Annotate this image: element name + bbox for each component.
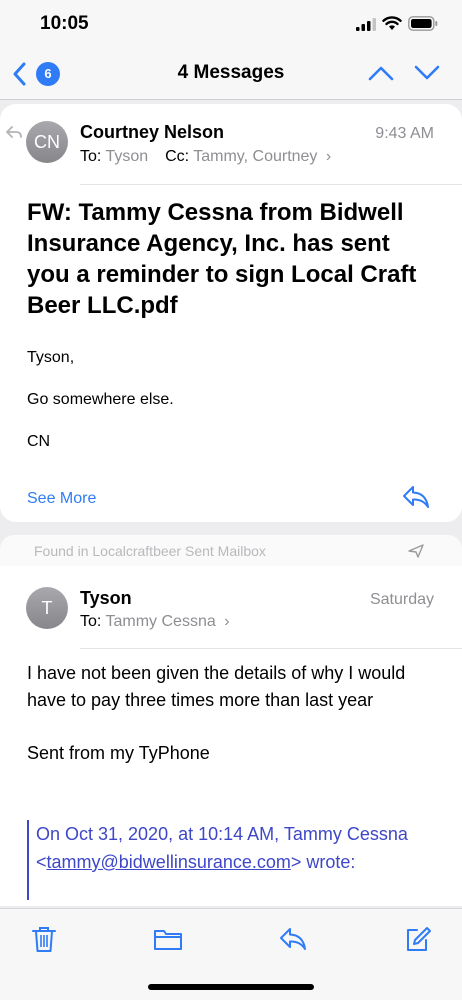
to-label: To: bbox=[80, 148, 102, 165]
replied-indicator-icon bbox=[6, 126, 22, 138]
recipients-line[interactable]: To: Tyson Cc: Tammy, Courtney › bbox=[80, 148, 331, 166]
divider bbox=[80, 184, 462, 185]
chevron-up-icon[interactable] bbox=[368, 62, 394, 84]
folder-icon[interactable] bbox=[153, 925, 183, 953]
reply-icon[interactable] bbox=[278, 925, 308, 953]
message-body: I have not been given the details of why… bbox=[27, 663, 406, 710]
send-icon bbox=[408, 544, 424, 558]
body-line: Tyson, bbox=[27, 349, 75, 366]
cc-label: Cc: bbox=[165, 148, 190, 165]
see-more-link[interactable]: See More bbox=[27, 490, 96, 508]
quoted-reply: On Oct 31, 2020, at 10:14 AM, Tammy Cess… bbox=[27, 820, 447, 900]
quote-header: On Oct 31, 2020, at 10:14 AM, Tammy Cess… bbox=[36, 824, 408, 844]
status-bar: 10:05 bbox=[0, 0, 462, 48]
reply-icon[interactable] bbox=[401, 484, 431, 510]
message-signature: Sent from my TyPhone bbox=[27, 743, 210, 763]
chevron-right-icon: › bbox=[224, 613, 230, 630]
found-in-mailbox-text: Found in Localcraftbeer Sent Mailbox bbox=[34, 543, 266, 559]
chevron-down-icon[interactable] bbox=[414, 62, 440, 84]
home-indicator bbox=[148, 984, 314, 990]
to-label: To: bbox=[80, 613, 102, 630]
sender-name[interactable]: Courtney Nelson bbox=[80, 122, 224, 143]
chevron-right-icon: › bbox=[325, 148, 332, 165]
sender-name[interactable]: Tyson bbox=[80, 588, 132, 609]
cellular-signal-icon bbox=[356, 18, 376, 31]
avatar[interactable]: T bbox=[26, 587, 68, 629]
quote-suffix: wrote: bbox=[306, 852, 356, 872]
cc-value: Tammy, Courtney bbox=[193, 148, 318, 165]
body-line: Go somewhere else. bbox=[27, 391, 174, 408]
to-value: Tammy Cessna bbox=[105, 613, 216, 630]
trash-icon[interactable] bbox=[30, 925, 58, 953]
battery-icon bbox=[408, 16, 438, 31]
quote-email-link[interactable]: tammy@bidwellinsurance.com bbox=[47, 852, 291, 872]
nav-bar: 6 4 Messages bbox=[0, 48, 462, 100]
compose-icon[interactable] bbox=[404, 925, 432, 953]
body-line: CN bbox=[27, 433, 51, 450]
to-value: Tyson bbox=[105, 148, 149, 165]
status-time: 10:05 bbox=[40, 13, 89, 34]
message-subject: FW: Tammy Cessna from Bidwell Insurance … bbox=[27, 199, 417, 319]
message-time: 9:43 AM bbox=[375, 125, 434, 142]
back-chevron-icon bbox=[13, 62, 26, 86]
recipients-line[interactable]: To: Tammy Cessna › bbox=[80, 613, 230, 631]
message-time: Saturday bbox=[369, 591, 434, 608]
unread-count-badge: 6 bbox=[36, 62, 60, 86]
avatar[interactable]: CN bbox=[26, 121, 68, 163]
back-button[interactable]: 6 bbox=[12, 60, 62, 88]
wifi-icon bbox=[382, 16, 402, 30]
found-in-mailbox-bar: Found in Localcraftbeer Sent Mailbox bbox=[0, 535, 462, 567]
divider bbox=[80, 648, 462, 649]
